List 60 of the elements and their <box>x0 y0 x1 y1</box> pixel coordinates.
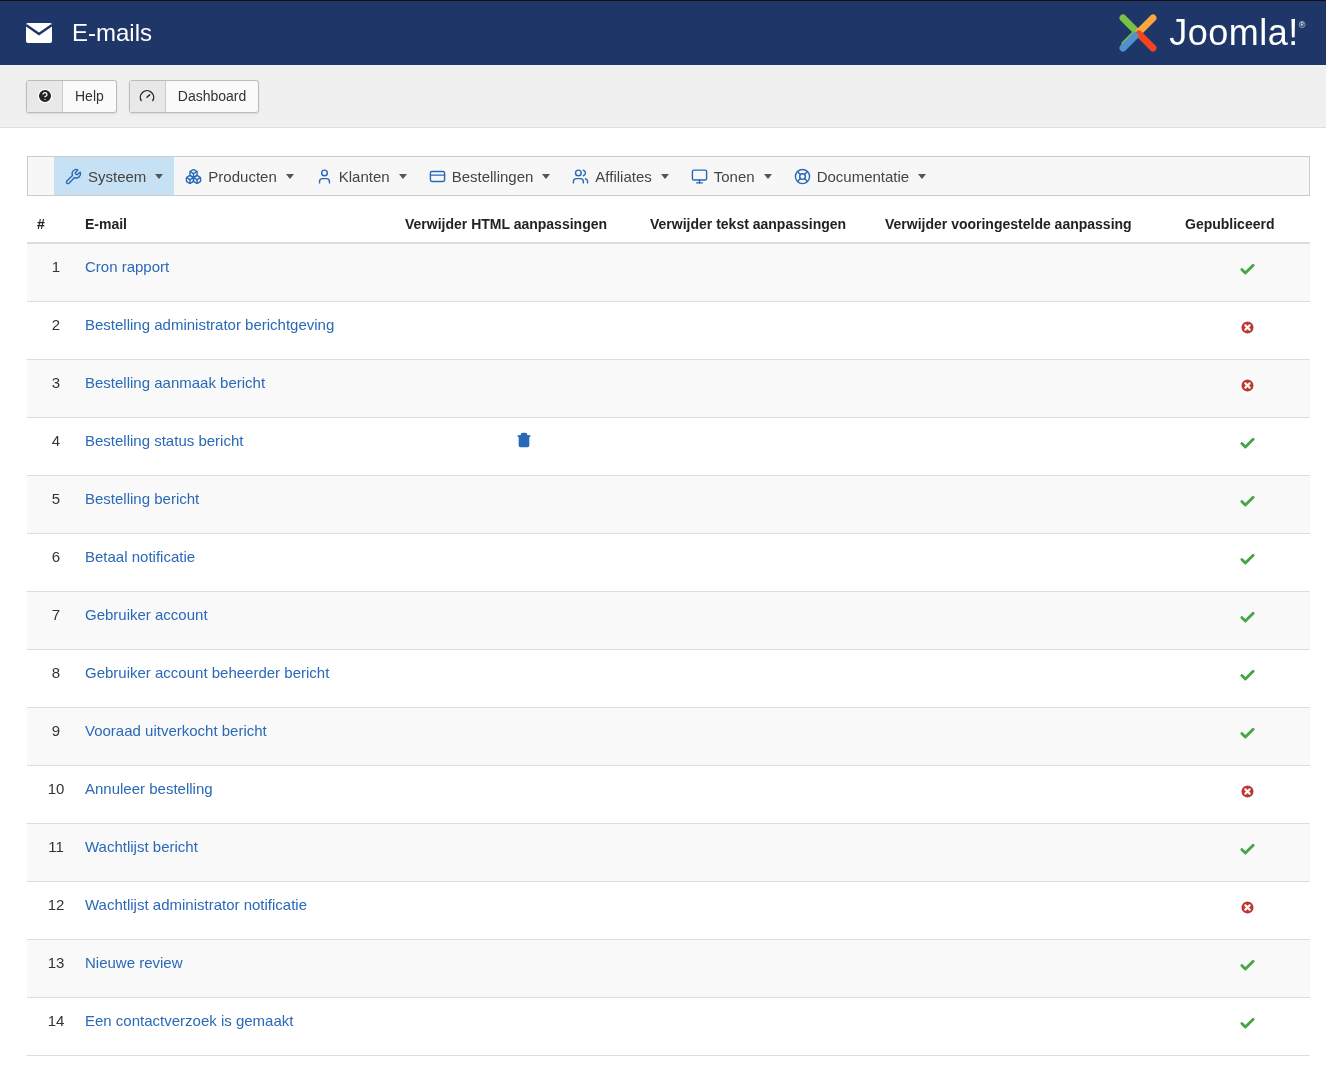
email-link[interactable]: Wachtlijst administrator notificatie <box>85 895 308 913</box>
row-number: 7 <box>50 605 62 623</box>
row-number: 3 <box>50 373 62 391</box>
cross-circle-icon[interactable] <box>1239 898 1256 916</box>
boxes-icon <box>185 167 203 185</box>
row-number: 14 <box>46 1011 66 1029</box>
monitor-icon <box>690 167 708 185</box>
help-button[interactable]: Help <box>26 79 117 113</box>
row-number: 11 <box>47 837 65 855</box>
row-number: 1 <box>50 258 62 275</box>
help-icon <box>36 88 53 104</box>
menu-item[interactable]: Documentatie <box>782 157 938 195</box>
row-number: 2 <box>50 315 62 333</box>
menu-item[interactable]: Producten <box>174 157 305 195</box>
menu-item[interactable]: Bestellingen <box>417 157 562 195</box>
email-link[interactable]: Cron rapport <box>85 258 170 275</box>
mail-icon <box>26 23 52 43</box>
caret-icon <box>918 173 927 179</box>
row-number: 12 <box>46 895 66 913</box>
row-number: 4 <box>50 431 62 449</box>
email-link[interactable]: Bestelling status bericht <box>85 431 244 449</box>
users-icon <box>572 167 590 185</box>
email-link[interactable]: Bestelling bericht <box>85 489 200 507</box>
caret-icon <box>660 173 669 179</box>
caret-icon <box>763 173 772 179</box>
row-number: 8 <box>50 663 62 681</box>
caret-icon <box>542 173 551 179</box>
email-link[interactable]: Bestelling aanmaak bericht <box>85 373 266 391</box>
caret-icon <box>155 173 164 179</box>
email-link[interactable]: Gebruiker account <box>85 605 208 623</box>
cross-circle-icon[interactable] <box>1239 376 1256 394</box>
email-link[interactable]: Annuleer bestelling <box>85 779 213 797</box>
logo-text: Joomla!$^{®}$ <box>1169 12 1306 54</box>
email-link[interactable]: Wachtlijst bericht <box>85 837 198 855</box>
row-number: 9 <box>50 721 62 739</box>
email-link[interactable]: Gebruiker account beheerder bericht <box>85 663 330 681</box>
email-link[interactable]: Bestelling administrator berichtgeving <box>85 315 335 333</box>
cross-circle-icon[interactable] <box>1239 782 1256 800</box>
menu-item[interactable]: Tonen <box>679 157 783 195</box>
caret-icon <box>398 173 407 179</box>
gauge-icon <box>139 88 156 104</box>
dashboard-button[interactable]: Dashboard <box>128 79 260 113</box>
lifebuoy-icon <box>793 167 811 185</box>
check-icon[interactable] <box>1239 261 1256 278</box>
page-title: E-mails <box>72 19 152 47</box>
wrench-icon <box>65 167 82 185</box>
email-link[interactable]: Een contactverzoek is gemaakt <box>85 1011 294 1029</box>
menu-item[interactable]: Klanten <box>304 157 418 195</box>
menu-item[interactable]: Systeem <box>54 157 175 195</box>
row-number: 13 <box>46 953 66 971</box>
cross-circle-icon[interactable] <box>1239 318 1256 336</box>
email-link[interactable]: Nieuwe review <box>85 953 183 971</box>
row-number: 5 <box>50 489 62 507</box>
menu-item[interactable]: Affiliates <box>561 157 680 195</box>
row-number: 6 <box>50 547 62 565</box>
caret-icon <box>285 173 294 179</box>
row-number: 10 <box>46 779 66 797</box>
email-link[interactable]: Betaal notificatie <box>85 547 196 565</box>
trash-icon[interactable] <box>515 431 532 448</box>
email-link[interactable]: Vooraad uitverkocht bericht <box>85 721 267 739</box>
